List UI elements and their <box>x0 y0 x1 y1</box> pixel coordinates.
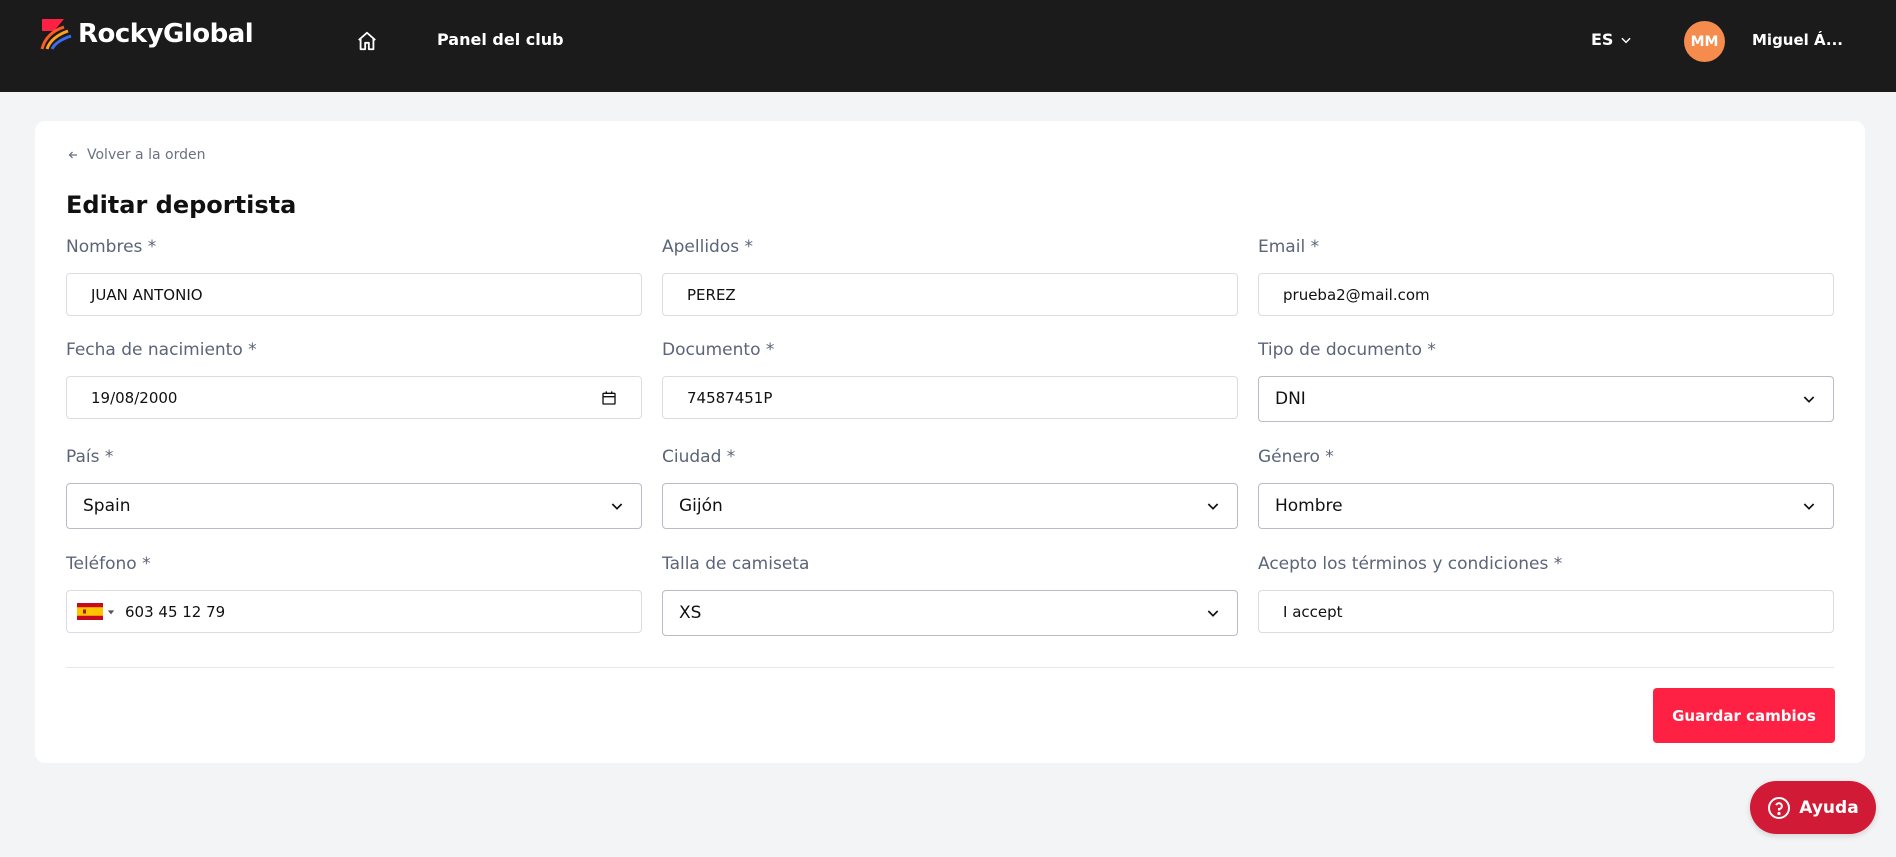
help-label: Ayuda <box>1799 797 1859 818</box>
field-genero: Género * Hombre <box>1258 445 1834 529</box>
genero-select[interactable]: Hombre <box>1258 483 1834 529</box>
chevron-down-icon <box>611 503 623 510</box>
ciudad-value: Gijón <box>679 496 723 516</box>
chevron-down-icon <box>1207 610 1219 617</box>
country-code-selector[interactable] <box>77 603 115 620</box>
documento-label: Documento * <box>662 340 775 360</box>
calendar-icon[interactable] <box>601 390 617 406</box>
documento-input[interactable]: 74587451P <box>662 376 1238 419</box>
nav-link-panel-del-club[interactable]: Panel del club <box>437 30 564 49</box>
genero-label: Género * <box>1258 447 1334 467</box>
talla-select[interactable]: XS <box>662 590 1238 636</box>
nombres-input[interactable]: JUAN ANTONIO <box>66 273 642 316</box>
home-button[interactable] <box>354 28 380 54</box>
spain-flag-icon <box>77 603 103 620</box>
field-nombres: Nombres * JUAN ANTONIO <box>66 235 642 316</box>
field-pais: País * Spain <box>66 445 642 529</box>
talla-value: XS <box>679 603 702 623</box>
chevron-down-icon <box>1803 503 1815 510</box>
chevron-down-icon <box>1803 396 1815 403</box>
telefono-value: 603 45 12 79 <box>125 602 226 621</box>
divider <box>66 667 1834 668</box>
pais-value: Spain <box>83 496 131 516</box>
field-telefono: Teléfono * 603 45 12 79 <box>66 552 642 633</box>
apellidos-label: Apellidos * <box>662 237 754 257</box>
talla-label: Talla de camiseta <box>662 554 810 574</box>
field-documento: Documento * 74587451P <box>662 338 1238 419</box>
email-input[interactable]: prueba2@mail.com <box>1258 273 1834 316</box>
edit-athlete-card: Volver a la orden Editar deportista Nomb… <box>35 121 1865 763</box>
field-talla: Talla de camiseta XS <box>662 552 1238 636</box>
help-button[interactable]: Ayuda <box>1750 781 1876 834</box>
field-tipo-documento: Tipo de documento * DNI <box>1258 338 1834 422</box>
language-selector[interactable]: ES <box>1591 30 1633 49</box>
field-email: Email * prueba2@mail.com <box>1258 235 1834 316</box>
nombres-label: Nombres * <box>66 237 157 257</box>
fecha-label: Fecha de nacimiento * <box>66 340 257 360</box>
brand-name: RockyGlobal <box>78 19 254 49</box>
back-link-label: Volver a la orden <box>87 147 206 163</box>
field-ciudad: Ciudad * Gijón <box>662 445 1238 529</box>
fecha-value: 19/08/2000 <box>91 388 178 407</box>
brand-logo[interactable]: RockyGlobal <box>40 16 254 52</box>
tipo-documento-select[interactable]: DNI <box>1258 376 1834 422</box>
home-icon <box>358 31 376 51</box>
logo-mark-icon <box>40 19 72 50</box>
pais-select[interactable]: Spain <box>66 483 642 529</box>
caret-down-icon <box>107 609 115 614</box>
chevron-down-icon <box>1207 503 1219 510</box>
ciudad-label: Ciudad * <box>662 447 736 467</box>
fecha-input[interactable]: 19/08/2000 <box>66 376 642 419</box>
field-terminos: Acepto los términos y condiciones * I ac… <box>1258 552 1834 633</box>
tipo-documento-label: Tipo de documento * <box>1258 340 1436 360</box>
pais-label: País * <box>66 447 114 467</box>
page-title: Editar deportista <box>66 191 297 219</box>
tipo-documento-value: DNI <box>1275 389 1306 409</box>
save-changes-button[interactable]: Guardar cambios <box>1653 688 1835 743</box>
field-fecha-nacimiento: Fecha de nacimiento * 19/08/2000 <box>66 338 642 419</box>
telefono-label: Teléfono * <box>66 554 151 574</box>
genero-value: Hombre <box>1275 496 1343 516</box>
language-label: ES <box>1591 30 1614 49</box>
chevron-down-icon <box>1621 37 1632 43</box>
top-navigation-bar: RockyGlobal Panel del club ES MM Miguel … <box>0 0 1896 92</box>
field-apellidos: Apellidos * PEREZ <box>662 235 1238 316</box>
ciudad-select[interactable]: Gijón <box>662 483 1238 529</box>
back-to-order-link[interactable]: Volver a la orden <box>67 147 205 163</box>
email-label: Email * <box>1258 237 1320 257</box>
terminos-label: Acepto los términos y condiciones * <box>1258 554 1563 574</box>
help-circle-icon <box>1768 796 1791 819</box>
user-menu[interactable]: Miguel Á... <box>1752 31 1843 49</box>
telefono-input[interactable]: 603 45 12 79 <box>66 590 642 633</box>
apellidos-input[interactable]: PEREZ <box>662 273 1238 316</box>
avatar[interactable]: MM <box>1684 21 1725 62</box>
arrow-left-icon <box>68 151 77 159</box>
terminos-input[interactable]: I accept <box>1258 590 1834 633</box>
